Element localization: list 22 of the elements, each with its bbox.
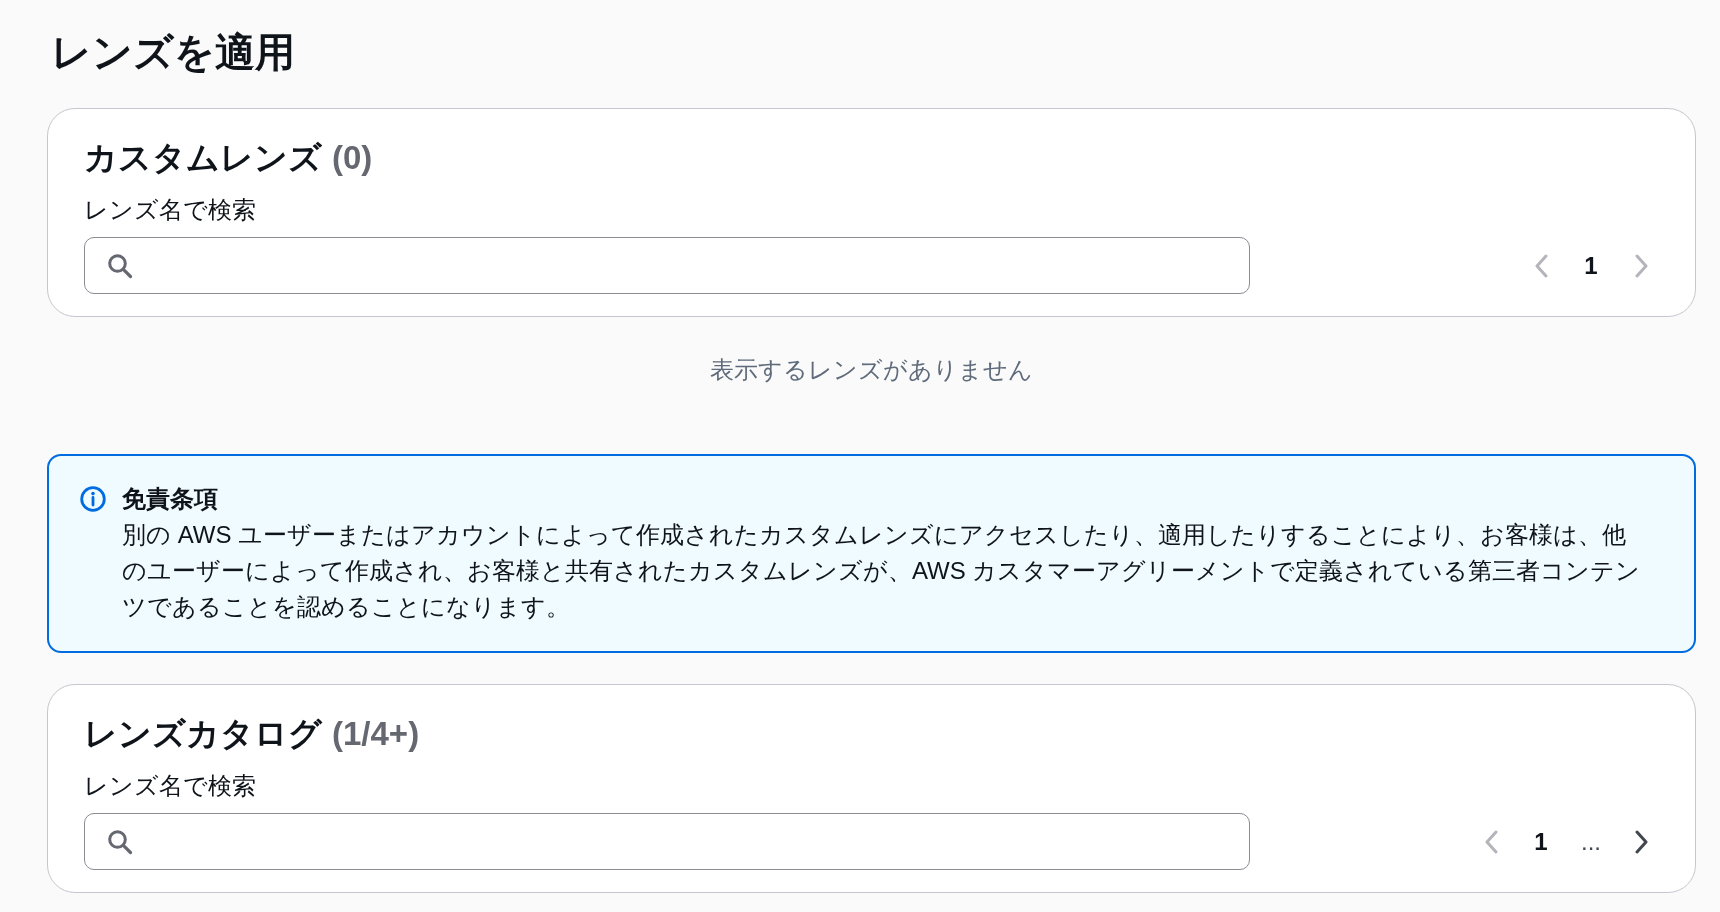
search-label: レンズ名で検索 (84, 771, 256, 801)
page-title: レンズを適用 (51, 29, 295, 76)
chevron-right-icon (1633, 253, 1649, 278)
chevron-left-icon (1483, 829, 1499, 854)
page-number-button[interactable]: 1 (1571, 245, 1611, 286)
alert-text: 別の AWS ユーザーまたはアカウントによって作成されたカスタムレンズにアクセスしたり、適用したりすることにより、お客様は、他のユーザーによって作成され、お客様と共有されたカスタムレンズが、AWS カスタマーアグリーメントで定義されている第三者コンテンツであることを認めることになります。 (122, 520, 1642, 622)
panel-heading: レンズカタログ (84, 714, 322, 754)
search-field[interactable] (84, 237, 1250, 294)
search-icon (107, 829, 133, 855)
panel-heading: カスタムレンズ (84, 138, 322, 178)
search-icon (107, 253, 133, 279)
page-number-button[interactable]: 1 (1521, 821, 1561, 862)
chevron-left-icon (1533, 253, 1549, 278)
item-count: (0) (332, 138, 373, 178)
search-field[interactable] (84, 813, 1250, 870)
search-label: レンズ名で検索 (84, 195, 256, 225)
empty-state-text: 表示するレンズがありません (710, 355, 1033, 385)
info-icon (80, 486, 106, 512)
item-count: (1/4+) (332, 714, 420, 754)
pagination-ellipsis: ... (1580, 826, 1602, 857)
chevron-right-icon (1633, 829, 1649, 854)
alert-title: 免責条項 (122, 484, 218, 514)
